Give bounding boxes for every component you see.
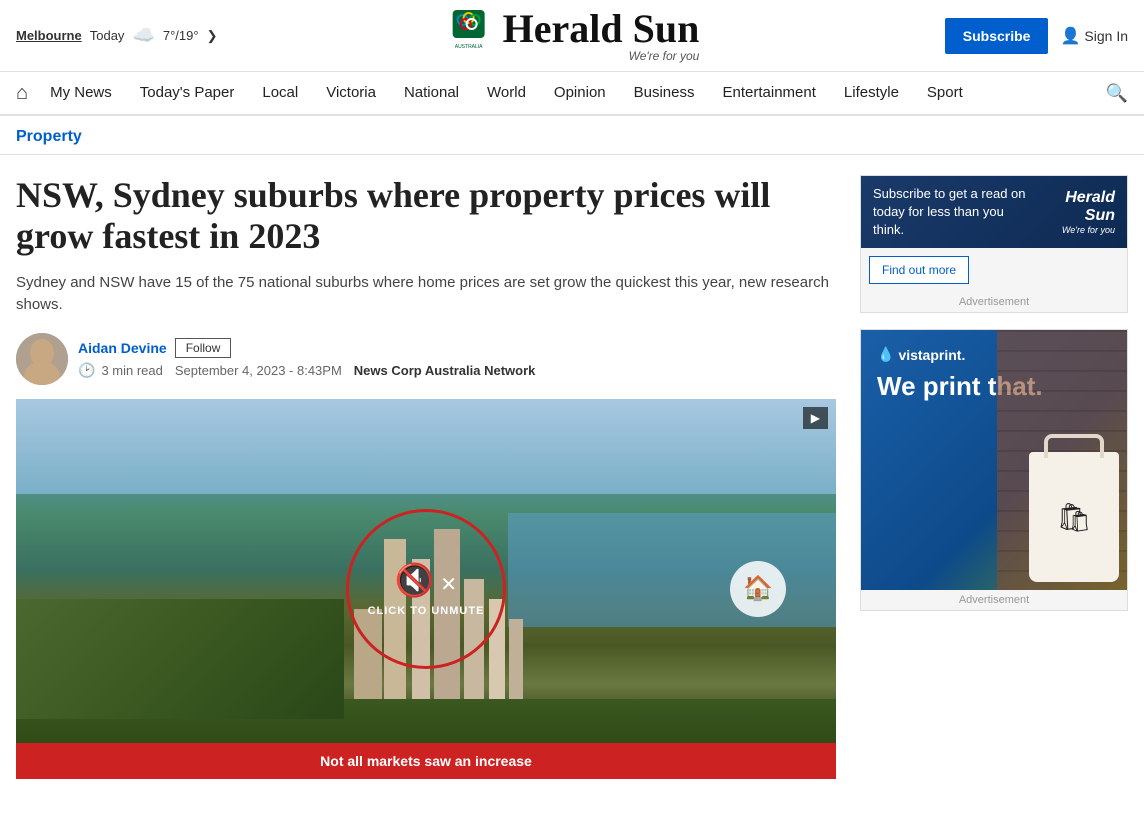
nav-item-sport[interactable]: Sport (913, 71, 977, 115)
bag-icon: 🛍 (1056, 501, 1092, 534)
nav-item-my-news[interactable]: My News (36, 71, 126, 115)
video-caption-bar: Not all markets saw an increase (16, 743, 836, 779)
breadcrumb-link[interactable]: Property (16, 128, 82, 145)
sky (16, 399, 836, 494)
ad-herald-tagline: We're for you (1033, 225, 1115, 235)
video-icon: ▶ (811, 411, 820, 425)
article-summary: Sydney and NSW have 15 of the 75 nationa… (16, 272, 836, 317)
mute-icon: 🔇 ✕ (395, 561, 457, 599)
nav-item-national[interactable]: National (390, 71, 473, 115)
bag-handles (1044, 434, 1104, 458)
property-icon-overlay: 🏠 (730, 561, 786, 617)
article-date: September 4, 2023 - 8:43PM (175, 363, 342, 378)
ad-herald-logo: Herald Sun We're for you (1033, 189, 1115, 235)
signin-button[interactable]: 👤 Sign In (1060, 26, 1128, 46)
meta-row: 🕑 3 min read September 4, 2023 - 8:43PM … (78, 362, 535, 379)
avatar-image (16, 333, 68, 385)
vistaprint-brand: vistaprint. (898, 347, 965, 363)
author-info: Aidan Devine Follow 🕑 3 min read Septemb… (78, 338, 535, 379)
signin-label: Sign In (1084, 28, 1128, 44)
author-row: Aidan Devine Follow 🕑 3 min read Septemb… (16, 333, 836, 385)
nav-item-business[interactable]: Business (620, 71, 709, 115)
nav-link-entertainment[interactable]: Entertainment (709, 71, 830, 115)
vistaprint-bag-image: 🛍 (1029, 452, 1119, 582)
avatar (16, 333, 68, 385)
ad-block-vistaprint[interactable]: 💧 vistaprint. We print that. 🛍 Advertise… (860, 329, 1128, 611)
clock-icon: 🕑 (78, 362, 95, 379)
ad-label-1: Advertisement (861, 292, 1127, 312)
nav-item-entertainment[interactable]: Entertainment (709, 71, 830, 115)
article-main: NSW, Sydney suburbs where property price… (16, 175, 836, 779)
logo-emblem: AUSTRALIA (445, 8, 493, 64)
nav-item-world[interactable]: World (473, 71, 540, 115)
article-container: NSW, Sydney suburbs where property price… (0, 155, 1144, 779)
today-label: Today (90, 28, 125, 43)
author-name-row: Aidan Devine Follow (78, 338, 535, 358)
home-icon[interactable]: ⌂ (16, 71, 36, 115)
logo-text: Herald Sun We're for you (503, 9, 700, 63)
nav-link-world[interactable]: World (473, 71, 540, 115)
nav-link-local[interactable]: Local (248, 71, 312, 115)
top-bar: Melbourne Today ☁️ 7°/19° ❯ AUSTRALIA He… (0, 0, 1144, 72)
unmute-button[interactable]: 🔇 ✕ CLICK TO UNMUTE (346, 509, 506, 669)
temperature: 7°/19° (163, 28, 199, 43)
chevron-right-icon[interactable]: ❯ (207, 28, 218, 44)
breadcrumb: Property (0, 116, 1144, 155)
nav-link-victoria[interactable]: Victoria (312, 71, 390, 115)
ad-vistaprint-bg: 💧 vistaprint. We print that. 🛍 (861, 330, 1127, 590)
nav-item-opinion[interactable]: Opinion (540, 71, 620, 115)
foreground-trees-left (16, 599, 344, 719)
nav-link-my-news[interactable]: My News (36, 71, 126, 115)
nav-items: My News Today's Paper Local Victoria Nat… (36, 71, 977, 115)
video-container[interactable]: ▶ 🏠 🔇 ✕ CLICK TO UNMUTE Not all markets … (16, 399, 836, 779)
unmute-label: CLICK TO UNMUTE (368, 605, 485, 617)
subscribe-button[interactable]: Subscribe (945, 18, 1049, 54)
nav-item-local[interactable]: Local (248, 71, 312, 115)
article-sidebar: Subscribe to get a read on today for les… (860, 175, 1128, 779)
ad-subscribe-text: Subscribe to get a read on today for les… (873, 185, 1033, 240)
nav-link-sport[interactable]: Sport (913, 71, 977, 115)
ad-herald-background: Subscribe to get a read on today for les… (861, 176, 1127, 248)
city-link[interactable]: Melbourne (16, 28, 82, 43)
nav-link-opinion[interactable]: Opinion (540, 71, 620, 115)
logo-area: AUSTRALIA Herald Sun We're for you (445, 8, 700, 64)
vistaprint-icon: 💧 (877, 346, 894, 363)
news-source: News Corp Australia Network (354, 363, 536, 378)
video-caption: Not all markets saw an increase (320, 753, 532, 769)
ad-find-out-button[interactable]: Find out more (869, 256, 969, 284)
ad-label-2: Advertisement (861, 590, 1127, 610)
house-icon: 🏠 (743, 574, 773, 603)
top-bar-right: Subscribe 👤 Sign In (945, 18, 1128, 54)
article-title: NSW, Sydney suburbs where property price… (16, 175, 836, 258)
site-tagline: We're for you (503, 49, 700, 63)
read-time: 3 min read (101, 363, 162, 378)
user-icon: 👤 (1060, 26, 1080, 46)
nav-link-lifestyle[interactable]: Lifestyle (830, 71, 913, 115)
site-name[interactable]: Herald Sun (503, 9, 700, 49)
search-icon[interactable]: 🔍 (1106, 83, 1128, 104)
nav-link-todays-paper[interactable]: Today's Paper (126, 71, 249, 115)
location-weather: Melbourne Today ☁️ 7°/19° ❯ (16, 25, 217, 46)
svg-text:AUSTRALIA: AUSTRALIA (455, 44, 483, 50)
weather-icon: ☁️ (132, 25, 154, 46)
nav-bar: ⌂ My News Today's Paper Local Victoria N… (0, 72, 1144, 116)
nav-item-victoria[interactable]: Victoria (312, 71, 390, 115)
nav-item-lifestyle[interactable]: Lifestyle (830, 71, 913, 115)
ad-block-subscribe: Subscribe to get a read on today for les… (860, 175, 1128, 313)
author-name[interactable]: Aidan Devine (78, 340, 167, 356)
nav-link-national[interactable]: National (390, 71, 473, 115)
follow-button[interactable]: Follow (175, 338, 232, 358)
video-type-indicator: ▶ (803, 407, 828, 429)
ad-herald-name: Herald Sun (1033, 189, 1115, 225)
nav-item-todays-paper[interactable]: Today's Paper (126, 71, 249, 115)
nav-link-business[interactable]: Business (620, 71, 709, 115)
